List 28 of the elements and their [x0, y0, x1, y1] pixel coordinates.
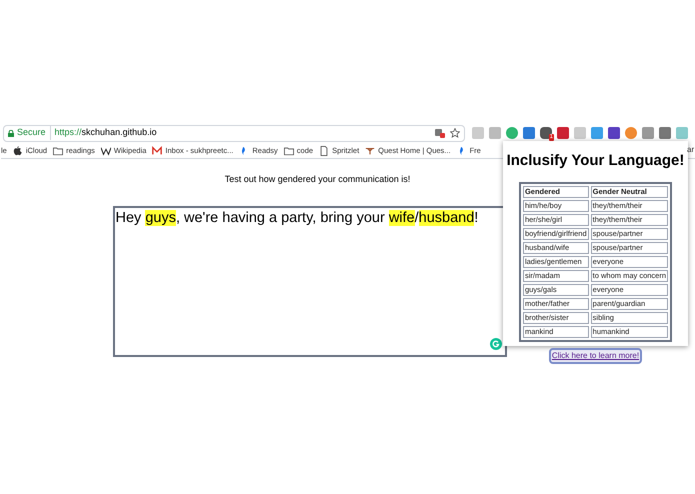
bookmark-icon — [152, 146, 162, 156]
folder-icon — [53, 146, 64, 156]
grammarly-icon[interactable] — [490, 338, 502, 350]
bookmark-icon — [365, 146, 376, 156]
extension-icon[interactable] — [523, 127, 535, 139]
extension-icon[interactable] — [608, 127, 620, 139]
star-icon[interactable] — [450, 128, 460, 138]
bookmark-icon — [100, 146, 111, 156]
popup-title: Inclusify Your Language! — [506, 151, 684, 171]
bookmark-item[interactable]: ar — [687, 144, 694, 156]
learn-more-link[interactable]: Click here to learn more! — [548, 348, 642, 364]
page-icon — [319, 146, 330, 156]
extension-icon[interactable] — [642, 127, 654, 139]
secure-label: Secure — [17, 126, 51, 140]
extension-icon[interactable] — [489, 127, 501, 139]
extension-icon[interactable] — [557, 127, 569, 139]
url-text: https://skchuhan.github.io — [54, 126, 157, 140]
translate-icon[interactable] — [435, 128, 445, 138]
extension-icon[interactable] — [676, 127, 688, 139]
lock-icon — [8, 130, 14, 136]
address-bar[interactable]: Secure https://skchuhan.github.io — [3, 124, 465, 142]
extension-icon[interactable] — [591, 127, 603, 139]
bookmark-icon — [12, 146, 23, 156]
extension-icon[interactable] — [659, 127, 671, 139]
extension-icon[interactable] — [506, 127, 518, 139]
extension-icon[interactable] — [625, 127, 637, 139]
tagline: Test out how gendered your communication is! — [224, 173, 410, 186]
folder-icon — [284, 146, 294, 156]
